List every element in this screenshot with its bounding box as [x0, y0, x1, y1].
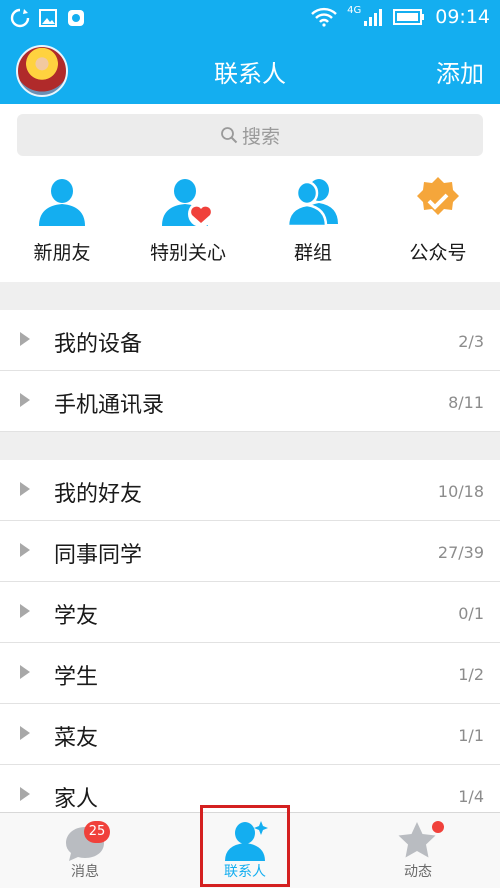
group-row-food-friends[interactable]: 菜友 1/1	[0, 704, 500, 765]
group-name: 学友	[54, 604, 99, 629]
tab-messages[interactable]: 消息	[40, 813, 130, 888]
group-count: 1/4	[458, 787, 484, 806]
search-input[interactable]: 搜索	[17, 114, 483, 156]
add-button[interactable]: 添加	[436, 54, 484, 89]
group-name: 我的设备	[54, 332, 143, 357]
page-title: 联系人	[214, 60, 286, 88]
section-divider	[0, 282, 500, 310]
group-count: 1/2	[458, 665, 484, 684]
tab-feed[interactable]: 动态	[373, 813, 463, 888]
status-bar: 4G 09:14	[0, 0, 500, 36]
quick-entry-label: 特别关心	[149, 242, 226, 264]
group-row-my-devices[interactable]: 我的设备 2/3	[0, 310, 500, 371]
group-count: 0/1	[458, 604, 484, 623]
expand-arrow-icon	[20, 543, 30, 557]
network-type-label: 4G	[347, 4, 362, 16]
group-row-colleagues[interactable]: 同事同学 27/39	[0, 521, 500, 582]
group-count: 8/11	[448, 393, 484, 412]
quick-entry-official-accounts[interactable]: 公众号	[383, 174, 493, 265]
expand-arrow-icon	[20, 604, 30, 618]
group-row-my-friends[interactable]: 我的好友 10/18	[0, 460, 500, 521]
group-count: 1/1	[458, 726, 484, 745]
search-icon	[221, 127, 238, 144]
group-name: 同事同学	[54, 543, 143, 568]
tab-label: 动态	[404, 864, 432, 880]
quick-entries: 新朋友 特别关心 群组 公众号	[0, 174, 500, 282]
person-icon	[39, 179, 85, 226]
group-row-phone-contacts[interactable]: 手机通讯录 8/11	[0, 371, 500, 432]
group-row-study-friends[interactable]: 学友 0/1	[0, 582, 500, 643]
person-heart-icon	[162, 179, 214, 227]
battery-icon	[393, 9, 425, 25]
verified-badge-icon	[417, 177, 459, 215]
status-left-icons	[10, 8, 86, 28]
group-name: 菜友	[54, 726, 99, 751]
group-name: 家人	[54, 787, 99, 812]
expand-arrow-icon	[20, 482, 30, 496]
tab-label: 消息	[71, 864, 99, 880]
quick-entry-new-friends[interactable]: 新朋友	[7, 174, 117, 265]
image-icon	[39, 9, 57, 27]
app-notification-icon	[68, 10, 84, 26]
group-name: 学生	[54, 665, 99, 690]
status-right-icons: 4G 09:14	[311, 4, 490, 28]
wifi-icon	[311, 7, 337, 27]
expand-arrow-icon	[20, 332, 30, 346]
group-row-students[interactable]: 学生 1/2	[0, 643, 500, 704]
quick-entry-special-care[interactable]: 特别关心	[133, 174, 243, 265]
unread-badge: 25	[84, 821, 110, 843]
group-name: 手机通讯录	[54, 393, 165, 418]
status-time: 09:14	[435, 6, 490, 28]
header: 联系人 添加	[0, 36, 500, 104]
sync-icon	[10, 8, 30, 28]
quick-entry-label: 群组	[293, 242, 332, 264]
group-icon	[286, 179, 338, 228]
quick-entry-label: 公众号	[409, 242, 467, 264]
new-activity-dot	[432, 821, 444, 833]
group-name: 我的好友	[54, 482, 143, 507]
expand-arrow-icon	[20, 726, 30, 740]
group-count: 10/18	[437, 482, 484, 501]
highlight-box	[200, 805, 290, 887]
group-count: 2/3	[458, 332, 484, 351]
search-placeholder: 搜索	[241, 125, 280, 148]
quick-entry-groups[interactable]: 群组	[258, 174, 368, 265]
expand-arrow-icon	[20, 787, 30, 801]
section-divider	[0, 432, 500, 460]
signal-icon	[364, 9, 383, 26]
expand-arrow-icon	[20, 393, 30, 407]
quick-entry-label: 新朋友	[33, 242, 91, 264]
expand-arrow-icon	[20, 665, 30, 679]
group-count: 27/39	[437, 543, 484, 562]
